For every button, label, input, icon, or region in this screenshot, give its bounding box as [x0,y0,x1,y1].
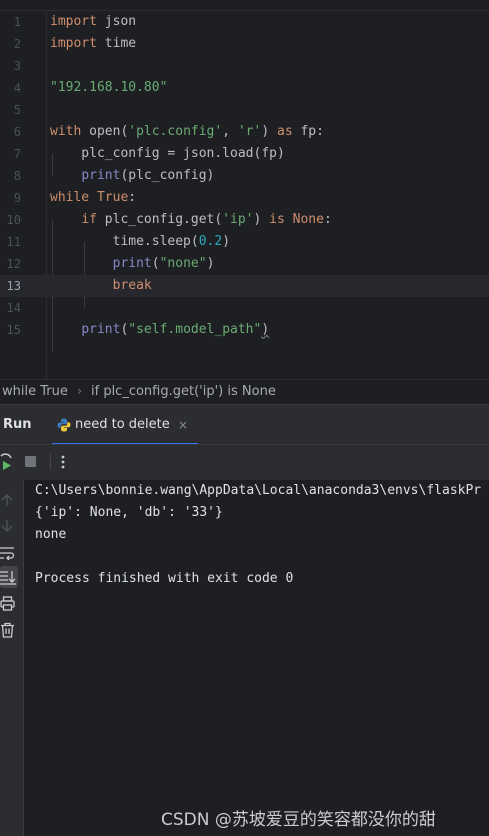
trash-icon[interactable] [0,622,16,638]
code-text: with open('plc.config', 'r') as fp: [50,124,324,139]
breadcrumb-item-while[interactable]: while True [2,380,68,404]
line-number: 2 [13,37,21,51]
code-line[interactable]: 1 import json [0,11,489,33]
code-line[interactable]: 7 plc_config = json.load(fp) [0,143,489,165]
code-line[interactable]: 8 print(plc_config) [0,165,489,187]
code-line[interactable]: 10 if plc_config.get('ip') is None: [0,209,489,231]
toolbar-separator [50,454,51,470]
arrow-up-icon[interactable] [0,492,16,508]
code-line[interactable]: 9 while True: [0,187,489,209]
line-number: 13 [6,279,21,293]
code-line[interactable]: 5 [0,99,489,121]
console-output[interactable]: C:\Users\bonnie.wang\AppData\Local\anaco… [24,480,489,836]
code-text: print(plc_config) [81,168,215,183]
python-icon [57,418,71,432]
code-line[interactable]: 3 [0,55,489,77]
line-number: 12 [6,257,21,271]
line-number: 1 [13,15,21,29]
code-text: if plc_config.get('ip') is None: [81,212,332,227]
line-number: 10 [6,213,21,227]
breadcrumb-separator: › [77,384,83,399]
console-line: none [35,527,67,542]
line-number: 7 [13,147,21,161]
code-text: print("none") [112,256,215,271]
code-text: "192.168.10.80" [50,80,168,95]
line-number: 14 [6,301,21,315]
code-text: print("self.model_path") [81,322,270,337]
line-number: 3 [13,59,21,73]
code-text: break [112,278,152,293]
line-number: 11 [6,235,21,249]
code-text: plc_config = json.load(fp) [50,146,285,161]
watermark-text: CSDN @苏坡爱豆的笑容都没你的甜 [161,810,436,830]
code-line[interactable]: 11 time.sleep(0.2) [0,231,489,253]
console-line: {'ip': None, 'db': '33'} [35,505,223,520]
scroll-to-end-icon[interactable] [0,569,16,585]
line-number: 15 [6,323,21,337]
code-line[interactable]: 2 import time [0,33,489,55]
run-panel-title: Run [3,417,32,432]
run-toolbar [0,444,489,481]
console-line: C:\Users\bonnie.wang\AppData\Local\anaco… [35,483,482,498]
code-line[interactable]: 15 print("self.model_path") [0,319,489,341]
code-line[interactable]: 6 with open('plc.config', 'r') as fp: [0,121,489,143]
run-panel-header: Run need to delete × [0,404,489,445]
code-editor[interactable]: 1 import json 2 import time 3 4 "192.168… [0,11,489,379]
console-line: Process finished with exit code 0 [35,571,294,586]
tab-label: need to delete [75,417,170,432]
code-line[interactable]: 12 print("none") [0,253,489,275]
code-line[interactable]: 4 "192.168.10.80" [0,77,489,99]
line-number: 6 [13,125,21,139]
editor-top-bar [0,0,489,11]
code-text: import json [50,14,137,29]
line-number: 8 [13,169,21,183]
arrow-down-icon[interactable] [0,518,16,534]
line-number: 9 [13,191,21,205]
print-icon[interactable] [0,596,16,612]
code-text: time.sleep(0.2) [50,234,231,249]
code-text: import time [50,36,137,51]
breadcrumb-item-if[interactable]: if plc_config.get('ip') is None [91,380,276,404]
run-side-toolbar [0,480,24,836]
line-number: 4 [13,81,21,95]
code-text: while True: [50,190,137,205]
rerun-icon[interactable] [0,453,13,471]
more-options-icon[interactable] [60,454,66,470]
line-number: 5 [13,103,21,117]
breadcrumb: while True › if plc_config.get('ip') is … [0,379,489,405]
stop-icon[interactable] [24,455,37,468]
code-line-current[interactable]: 13 break [0,275,489,297]
code-line[interactable]: 14 [0,297,489,319]
soft-wrap-icon[interactable] [0,544,16,560]
close-icon[interactable]: × [178,405,188,445]
